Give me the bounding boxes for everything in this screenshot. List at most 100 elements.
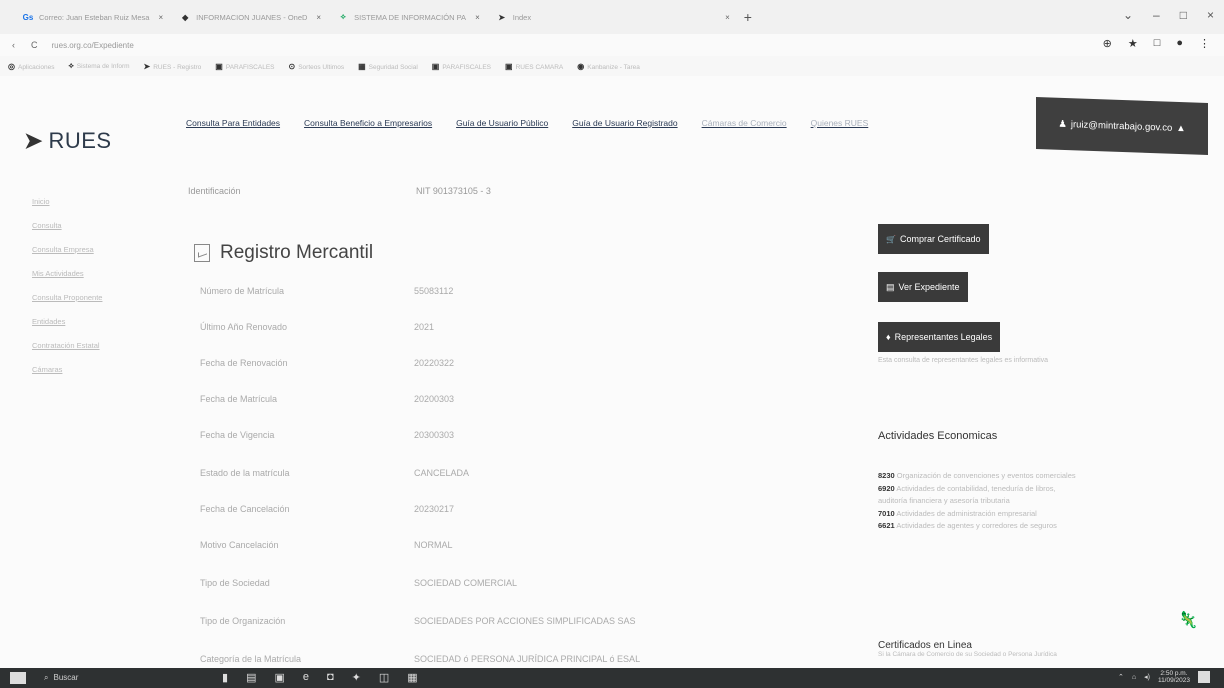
start-button[interactable] — [10, 672, 26, 684]
field-label: Categoría de la Matrícula — [200, 654, 302, 664]
chat-assistant-icon[interactable]: 🦎 — [1178, 610, 1198, 630]
url-input[interactable]: rues.org.co/Expediente — [52, 41, 134, 50]
app-icon[interactable]: ✦ — [352, 671, 361, 684]
field-value: 20200303 — [414, 394, 455, 404]
tab-label: SISTEMA DE INFORMACIÓN PA — [354, 12, 467, 22]
field-label: Número de Matrícula — [200, 286, 285, 296]
app-icon[interactable]: ◘ — [327, 671, 334, 684]
sidebar-item[interactable]: Mis Actividades — [32, 268, 152, 280]
bookmark-item[interactable]: ◎ Aplicaciones — [8, 62, 54, 71]
close-icon[interactable]: × — [475, 13, 480, 22]
sidebar-item[interactable]: Contratación Estatal — [32, 340, 152, 352]
nav-consulta-entidades[interactable]: Consulta Para Entidades — [186, 118, 280, 128]
minimize-button[interactable]: – — [1153, 8, 1160, 22]
sidebar-item[interactable]: Consulta Empresa — [32, 244, 152, 256]
field-value: SOCIEDAD COMERCIAL — [414, 578, 518, 588]
nav-quienes[interactable]: Quienes RUES — [811, 118, 869, 128]
bookmark-item[interactable]: ➤ RUES - Registro — [144, 62, 202, 71]
share-icon[interactable]: ⊕ — [1103, 37, 1112, 50]
reload-button[interactable]: C — [31, 40, 38, 50]
bookmark-item[interactable]: ▣ PARAFISCALES — [215, 62, 274, 71]
app-icon[interactable]: ▣ — [274, 671, 284, 684]
window-controls: ⌄ – □ × — [1123, 8, 1214, 22]
identification-row: Identificación NIT 901373105 - 3 — [188, 186, 491, 196]
activity-text: Organización de convenciones y eventos c… — [896, 471, 1076, 480]
tab-sistema[interactable]: ⟡ SISTEMA DE INFORMACIÓN PA × — [329, 6, 488, 28]
activities-heading: Actividades Economicas — [878, 430, 998, 442]
field-label: Tipo de Sociedad — [200, 578, 270, 588]
app-icon[interactable]: ▮ — [222, 671, 228, 684]
clock-date: 11/09/2023 — [1157, 677, 1190, 684]
address-bar: ‹ C rues.org.co/Expediente ⊕ ★ □ ● ⋮ — [0, 34, 1224, 56]
bookmark-item[interactable]: ⟡ Sistema de Inform — [68, 61, 129, 71]
field-value: 20220322 — [414, 358, 455, 368]
clock-time: 2:50 p.m. — [1160, 670, 1188, 677]
sidebar-item[interactable]: Entidades — [32, 316, 152, 328]
activity-code: 6621 — [878, 521, 895, 530]
app-icon[interactable]: ▤ — [246, 671, 256, 684]
profile-avatar[interactable]: ● — [1176, 37, 1183, 50]
activity-item: 8230 Organización de convenciones y even… — [878, 470, 1078, 483]
sidebar-item[interactable]: Inicio — [32, 196, 152, 208]
close-window-button[interactable]: × — [1207, 8, 1214, 22]
field-label: Motivo Cancelación — [200, 540, 279, 550]
menu-icon[interactable]: ⋮ — [1199, 37, 1210, 50]
volume-icon[interactable]: ◂) — [1144, 673, 1150, 681]
activity-text: Actividades de administración empresaria… — [896, 508, 1037, 518]
tab-index[interactable]: ➤ Index × — [488, 6, 738, 28]
document-icon: ▤ — [886, 281, 895, 292]
close-icon[interactable]: × — [316, 13, 321, 22]
tab-onedrive[interactable]: ◆ INFORMACION JUANES - OneD × — [171, 6, 329, 28]
clock[interactable]: 2:50 p.m. 11/09/2023 — [1158, 670, 1190, 684]
back-button[interactable]: ‹ — [12, 40, 15, 50]
rues-logo[interactable]: ➤ RUES — [24, 128, 112, 154]
bookmarks-bar: ◎ Aplicaciones ⟡ Sistema de Inform ➤ RUES -… — [0, 56, 1224, 76]
bookmark-item[interactable]: ▣ RUES CAMARA — [505, 62, 563, 71]
activity-code: 8230 — [878, 471, 895, 480]
user-menu-button[interactable]: ♟ jruiz@mintrabajo.gov.co ▲ — [1036, 96, 1208, 156]
certificados-heading: Certificados en Linea — [878, 640, 972, 651]
close-icon[interactable]: × — [158, 13, 163, 22]
certificados-subtext: Si la Cámara de Comercio de su Sociedad … — [878, 651, 1057, 658]
bookmark-item[interactable]: ◉ Kanbanize - Tarea — [577, 62, 640, 71]
tab-mail[interactable]: Gs Correo: Juan Esteban Ruiz Mesa × — [14, 6, 171, 28]
rues-logo-text: RUES — [48, 128, 112, 153]
edge-icon[interactable]: e — [303, 671, 309, 684]
sidebar-item[interactable]: Cámaras — [32, 364, 152, 376]
new-tab-button[interactable]: + — [744, 9, 752, 25]
bookmark-item[interactable]: ⊙ Sorteos Ultimos — [289, 62, 345, 71]
button-label: Representantes Legales — [894, 332, 993, 342]
close-icon[interactable]: × — [725, 13, 730, 22]
activity-item: 6920 Actividades de contabilidad, tenedu… — [878, 483, 1078, 508]
sidepanel-icon[interactable]: □ — [1154, 37, 1161, 50]
network-icon[interactable]: ⌂ — [1132, 674, 1136, 681]
nav-consulta-beneficio[interactable]: Consulta Beneficio a Empresarios — [304, 118, 432, 128]
app-icon[interactable]: ◫ — [379, 671, 389, 684]
comprar-certificado-button[interactable]: 🛒 Comprar Certificado — [878, 224, 989, 254]
sidebar: Inicio Consulta Consulta Empresa Mis Act… — [32, 196, 152, 388]
field-value: 20300303 — [414, 430, 455, 440]
search-placeholder: Buscar — [53, 673, 79, 682]
taskbar-search[interactable]: ⌕ Buscar — [44, 673, 78, 683]
app-icon[interactable]: ▦ — [407, 671, 417, 684]
field-value: 55083112 — [414, 286, 454, 296]
user-icon: ♟ — [1058, 118, 1067, 130]
button-label: Ver Expediente — [898, 282, 960, 292]
tray-arrow-icon[interactable]: ⌃ — [1118, 673, 1124, 681]
nav-guia-registrado[interactable]: Guía de Usuario Registrado — [572, 118, 677, 128]
activities-list: 8230 Organización de convenciones y even… — [878, 470, 1078, 533]
ver-expediente-button[interactable]: ▤ Ver Expediente — [878, 272, 968, 302]
sidebar-item[interactable]: Consulta Proponente — [32, 292, 152, 304]
notification-icon[interactable] — [1198, 671, 1210, 683]
star-icon[interactable]: ★ — [1128, 37, 1138, 50]
bookmark-item[interactable]: ▦ Seguridad Social — [358, 62, 418, 71]
maximize-button[interactable]: □ — [1180, 8, 1187, 22]
nav-camaras[interactable]: Cámaras de Comercio — [702, 118, 787, 128]
bookmark-item[interactable]: ▣ PARAFISCALES — [432, 62, 491, 71]
diamond-icon: ♦ — [886, 332, 891, 342]
field-value: CANCELADA — [414, 468, 470, 478]
sidebar-item[interactable]: Consulta — [32, 220, 152, 232]
tab-search-icon[interactable]: ⌄ — [1123, 8, 1133, 22]
nav-guia-publico[interactable]: Guía de Usuario Público — [456, 118, 548, 128]
representantes-legales-button[interactable]: ♦ Representantes Legales — [878, 322, 1001, 352]
